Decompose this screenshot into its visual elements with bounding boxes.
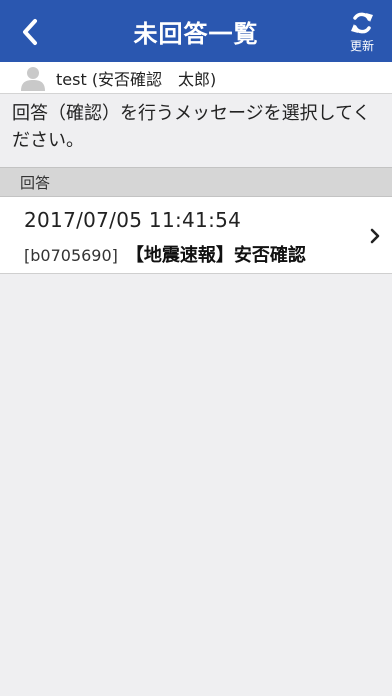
user-bar: test (安否確認 太郎) xyxy=(0,62,392,94)
message-datetime: 2017/07/05 11:41:54 xyxy=(24,208,242,232)
back-button[interactable] xyxy=(10,14,50,50)
message-id: [b0705690] xyxy=(24,246,118,265)
message-info-row: [b0705690] 【地震速報】安否確認 xyxy=(24,241,306,267)
message-list-item[interactable]: 2017/07/05 11:41:54 [b0705690] 【地震速報】安否確… xyxy=(0,197,392,274)
app-header: 未回答一覧 更新 xyxy=(0,0,392,62)
refresh-button[interactable]: 更新 xyxy=(340,10,384,56)
instruction-text: 回答（確認）を行うメッセージを選択してください。 xyxy=(12,103,371,151)
message-subject: 【地震速報】安否確認 xyxy=(125,245,306,266)
section-header: 回答 xyxy=(0,167,392,197)
user-name: test (安否確認 太郎) xyxy=(56,69,217,89)
page-title: 未回答一覧 xyxy=(133,19,259,48)
chevron-right-icon xyxy=(370,228,380,244)
refresh-icon xyxy=(351,12,373,34)
person-icon xyxy=(21,66,45,91)
section-label: 回答 xyxy=(20,173,51,192)
refresh-label: 更新 xyxy=(349,39,374,53)
chevron-left-icon xyxy=(23,19,37,45)
